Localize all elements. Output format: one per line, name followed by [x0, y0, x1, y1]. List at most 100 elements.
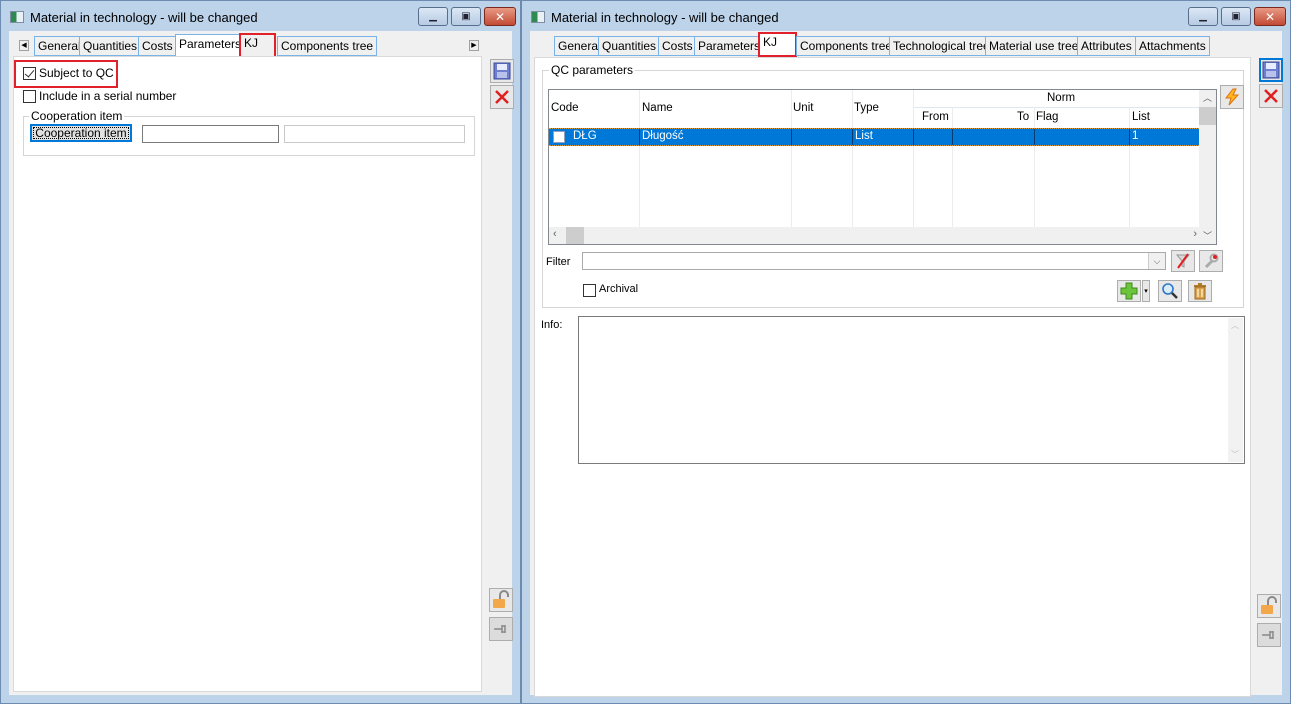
cancel-button[interactable] — [1259, 84, 1283, 108]
col-header-from[interactable]: From — [922, 111, 949, 123]
chevron-down-icon[interactable]: ⌵ — [1148, 253, 1165, 269]
cell-code: DŁG — [573, 130, 597, 142]
archival-checkbox[interactable] — [583, 284, 596, 297]
tab-parameters[interactable]: Parameters — [175, 34, 246, 57]
search-button[interactable] — [1158, 280, 1182, 302]
qc-parameters-grid: Code Name Unit Type Norm From To Flag Li… — [548, 89, 1217, 245]
tab-parameters[interactable]: Parameters — [694, 36, 765, 56]
scroll-up-icon[interactable]: ︿ — [1231, 320, 1239, 331]
lightning-icon — [1224, 88, 1240, 106]
close-icon: ✕ — [1264, 9, 1276, 24]
cooperation-code-field[interactable] — [142, 125, 279, 143]
tab-technological-tree[interactable]: Technological tree — [889, 36, 994, 56]
kj-page: QC parameters Code Name Unit Type Norm F… — [534, 57, 1251, 697]
save-button[interactable] — [1259, 58, 1283, 82]
tab-costs[interactable]: Costs — [658, 36, 697, 56]
qc-parameters-group: QC parameters Code Name Unit Type Norm F… — [542, 63, 1244, 308]
subject-to-qc-checkbox[interactable] — [23, 67, 36, 80]
add-dropdown-button[interactable]: ▾ — [1142, 280, 1150, 302]
window-title: Material in technology - will be changed — [551, 10, 779, 25]
trash-icon — [1194, 283, 1206, 300]
cooperation-name-field[interactable] — [284, 125, 465, 143]
tab-attachments[interactable]: Attachments — [1135, 36, 1210, 56]
search-icon — [1162, 283, 1178, 299]
left-tab-strip: ◀ General Quantities Costs Parameters KJ… — [9, 33, 512, 62]
col-header-list[interactable]: List — [1132, 111, 1150, 123]
window-app-icon — [531, 11, 545, 23]
grid-vertical-scrollbar[interactable]: ︿ ﹀ — [1199, 90, 1216, 244]
tab-scroll-left[interactable]: ◀ — [19, 40, 29, 51]
maximize-button[interactable]: ▣ — [1221, 7, 1251, 26]
scroll-up-icon[interactable]: ︿ — [1203, 91, 1212, 104]
close-button[interactable]: ✕ — [1254, 7, 1286, 26]
grid-horizontal-scrollbar[interactable]: ‹ › — [549, 227, 1201, 244]
scrollbar-thumb[interactable] — [1199, 107, 1216, 125]
col-header-code[interactable]: Code — [551, 102, 579, 114]
cooperation-item-button[interactable]: Cooperation item — [30, 124, 132, 142]
column-divider — [639, 90, 640, 228]
subject-to-qc-label: Subject to QC — [39, 66, 114, 80]
tab-components-tree[interactable]: Components tree — [796, 36, 897, 56]
qc-parameters-title: QC parameters — [549, 63, 636, 77]
cell-name: Długość — [642, 130, 684, 142]
plus-icon — [1120, 282, 1138, 300]
col-header-type[interactable]: Type — [854, 102, 879, 114]
cancel-button[interactable] — [490, 85, 514, 109]
filter-settings-button[interactable] — [1199, 250, 1223, 272]
column-divider — [952, 108, 953, 228]
maximize-button[interactable]: ▣ — [451, 7, 481, 26]
lock-button[interactable] — [1257, 594, 1281, 618]
tab-quantities[interactable]: Quantities — [598, 36, 661, 56]
save-button[interactable] — [490, 59, 514, 83]
delete-button[interactable] — [1188, 280, 1212, 302]
close-icon: ✕ — [494, 9, 506, 24]
close-button[interactable]: ✕ — [484, 7, 516, 26]
tab-quantities[interactable]: Quantities — [79, 36, 142, 56]
minimize-button[interactable]: ▁ — [418, 7, 448, 26]
include-serial-number-checkbox[interactable] — [23, 90, 36, 103]
col-header-to[interactable]: To — [1017, 111, 1029, 123]
lock-button[interactable] — [489, 588, 513, 612]
filter-combobox[interactable]: ⌵ — [582, 252, 1166, 270]
cell-separator — [913, 129, 914, 145]
cancel-x-icon — [1264, 89, 1278, 103]
column-divider — [791, 90, 792, 228]
col-header-flag[interactable]: Flag — [1036, 111, 1058, 123]
info-scrollbar[interactable]: ︿ ﹀ — [1228, 318, 1243, 462]
row-checkbox[interactable] — [553, 131, 565, 143]
right-client-area: General Quantities Costs Parameters KJ C… — [530, 31, 1283, 697]
scroll-right-icon[interactable]: › — [1193, 228, 1197, 240]
save-icon — [493, 62, 511, 80]
tab-kj[interactable]: KJ — [758, 32, 797, 57]
minimize-button[interactable]: ▁ — [1188, 7, 1218, 26]
pin-icon — [494, 625, 506, 633]
parameters-page: Subject to QC Include in a serial number… — [13, 56, 482, 692]
right-titlebar[interactable]: Material in technology - will be changed… — [522, 1, 1290, 33]
scroll-left-icon[interactable]: ‹ — [553, 228, 557, 240]
table-row[interactable]: DŁG Długość List 1 — [549, 128, 1201, 146]
tab-components-tree[interactable]: Components tree — [277, 36, 378, 56]
left-titlebar[interactable]: Material in technology - will be changed… — [1, 1, 520, 33]
right-window: Material in technology - will be changed… — [521, 0, 1291, 704]
tab-general[interactable]: General — [34, 36, 85, 56]
minimize-icon: ▁ — [1199, 10, 1207, 22]
scroll-down-icon[interactable]: ﹀ — [1203, 229, 1212, 242]
add-button[interactable] — [1117, 280, 1141, 302]
norm-header-divider — [914, 107, 1200, 108]
clear-filter-button[interactable] — [1171, 250, 1195, 272]
col-header-name[interactable]: Name — [642, 102, 673, 114]
scroll-down-icon[interactable]: ﹀ — [1231, 449, 1239, 460]
info-textarea[interactable]: ︿ ﹀ — [578, 316, 1245, 464]
generate-button[interactable] — [1220, 85, 1244, 109]
cell-list: 1 — [1132, 130, 1139, 142]
tab-costs[interactable]: Costs — [138, 36, 177, 56]
col-header-unit[interactable]: Unit — [793, 102, 813, 114]
tab-scroll-right[interactable]: ▶ — [469, 40, 479, 51]
tab-attributes[interactable]: Attributes — [1077, 36, 1136, 56]
scrollbar-thumb[interactable] — [566, 227, 584, 244]
pin-button[interactable] — [1257, 623, 1281, 647]
cooperation-group-title: Cooperation item — [29, 109, 125, 123]
pin-button[interactable] — [489, 617, 513, 641]
tab-material-use-tree[interactable]: Material use tree — [985, 36, 1083, 56]
column-divider — [913, 90, 914, 228]
